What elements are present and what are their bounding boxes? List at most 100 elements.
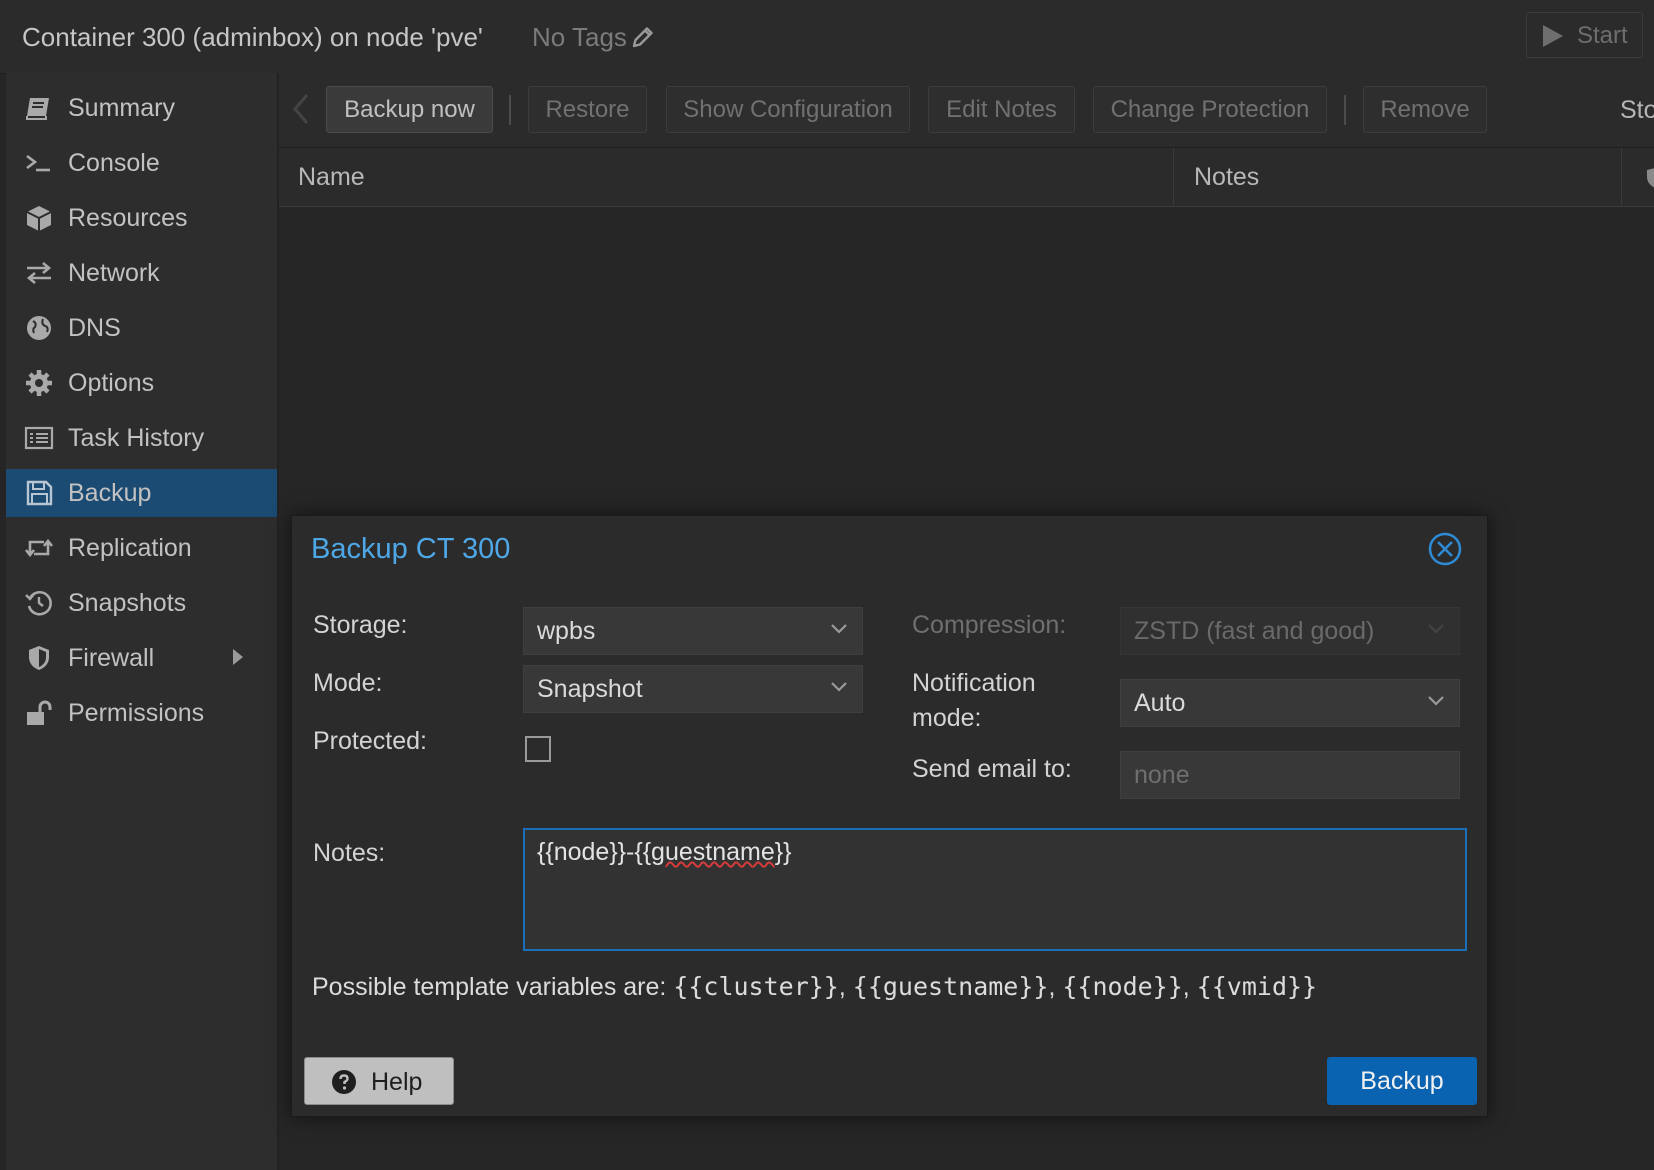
notes-text: }} xyxy=(774,838,792,866)
close-icon[interactable] xyxy=(1427,531,1463,567)
storage-label-truncated: Sto xyxy=(1620,96,1654,124)
sidebar-item-network[interactable]: Network xyxy=(6,249,277,297)
compression-select[interactable]: ZSTD (fast and good) xyxy=(1120,607,1460,655)
send-email-label: Send email to: xyxy=(912,755,1072,783)
send-email-input[interactable]: none xyxy=(1120,751,1460,799)
remove-button[interactable]: Remove xyxy=(1363,86,1487,133)
help-button[interactable]: Help xyxy=(304,1057,454,1105)
sidebar-item-label: Options xyxy=(68,369,155,397)
sidebar-item-firewall[interactable]: Firewall xyxy=(6,634,277,682)
sidebar-item-label: Backup xyxy=(68,479,152,507)
column-header-name[interactable]: Name xyxy=(298,148,365,206)
template-variables-hint: Possible template variables are: {{clust… xyxy=(312,972,1318,1001)
backup-grid-header: Name Notes xyxy=(279,148,1654,207)
backup-dialog: Backup CT 300 Storage: wpbs Mode: Snapsh… xyxy=(291,515,1488,1117)
notes-text: {{node}}-{{ xyxy=(537,838,652,866)
notification-mode-select[interactable]: Auto xyxy=(1120,679,1460,727)
column-divider[interactable] xyxy=(1173,148,1174,206)
compression-label: Compression: xyxy=(912,611,1067,639)
sidebar-item-task-history[interactable]: Task History xyxy=(6,414,277,462)
compression-value: ZSTD (fast and good) xyxy=(1134,617,1375,645)
sidebar-item-label: Summary xyxy=(68,94,175,122)
notification-mode-label-line2: mode: xyxy=(912,704,982,732)
sidebar-item-permissions[interactable]: Permissions xyxy=(6,689,277,737)
caret-right-icon[interactable] xyxy=(231,647,245,667)
column-header-notes[interactable]: Notes xyxy=(1194,148,1259,206)
backup-button[interactable]: Backup xyxy=(1327,1057,1477,1105)
container-title: Container 300 (adminbox) on node 'pve' xyxy=(22,22,483,52)
storage-select[interactable]: wpbs xyxy=(523,607,863,655)
notification-mode-value: Auto xyxy=(1134,689,1186,717)
retweet-icon xyxy=(24,538,54,558)
toolbar-separator xyxy=(1344,95,1346,125)
mode-select[interactable]: Snapshot xyxy=(523,665,863,713)
template-var: {{node}} xyxy=(1062,972,1183,1001)
sidebar-item-label: DNS xyxy=(68,314,121,342)
sidebar-item-summary[interactable]: Summary xyxy=(6,84,277,132)
sidebar-item-console[interactable]: Console xyxy=(6,139,277,187)
exchange-icon xyxy=(26,262,52,284)
notification-mode-label-line1: Notification xyxy=(912,669,1036,697)
play-icon xyxy=(1543,25,1563,47)
sidebar-item-label: Snapshots xyxy=(68,589,187,617)
storage-label: Storage: xyxy=(313,611,408,639)
protected-checkbox[interactable] xyxy=(525,736,551,762)
globe-icon xyxy=(27,316,51,340)
terminal-icon xyxy=(26,154,50,172)
mode-label: Mode: xyxy=(313,669,383,697)
sidebar-item-backup[interactable]: Backup xyxy=(6,469,277,517)
notes-textarea[interactable]: {{node}}-{{guestname}} xyxy=(523,828,1467,951)
sidebar-item-label: Replication xyxy=(68,534,192,562)
start-button-label: Start xyxy=(1577,22,1628,49)
column-divider[interactable] xyxy=(1621,148,1622,206)
protected-label: Protected: xyxy=(313,727,427,755)
chevron-down-icon[interactable] xyxy=(1427,695,1445,707)
question-circle-icon xyxy=(332,1070,356,1094)
scroll-left-icon[interactable] xyxy=(291,91,311,127)
start-button[interactable]: Start xyxy=(1526,12,1643,58)
backup-now-button[interactable]: Backup now xyxy=(326,86,493,133)
sidebar-item-dns[interactable]: DNS xyxy=(6,304,277,352)
template-hint-prefix: Possible template variables are: xyxy=(312,973,674,1001)
unlock-icon xyxy=(27,700,52,725)
list-icon xyxy=(24,426,54,450)
book-icon xyxy=(26,98,49,120)
dialog-title: Backup CT 300 xyxy=(311,533,511,565)
backup-toolbar: Backup now Restore Show Configuration Ed… xyxy=(279,73,1654,148)
sidebar-item-replication[interactable]: Replication xyxy=(6,524,277,572)
top-bar: Container 300 (adminbox) on node 'pve' N… xyxy=(0,0,1654,74)
template-var: {{guestname}} xyxy=(852,972,1049,1001)
sidebar-item-label: Network xyxy=(68,259,160,287)
floppy-icon xyxy=(26,480,53,506)
toolbar-separator xyxy=(509,95,511,125)
help-button-label: Help xyxy=(371,1068,423,1096)
sidebar-item-label: Task History xyxy=(68,424,205,452)
shield-icon xyxy=(1647,168,1654,188)
tags-editor[interactable]: No Tags xyxy=(532,22,655,53)
sidebar-item-options[interactable]: Options xyxy=(6,359,277,407)
chevron-down-icon[interactable] xyxy=(830,681,848,693)
restore-button[interactable]: Restore xyxy=(528,86,647,133)
cube-icon xyxy=(26,206,52,231)
sidebar-item-snapshots[interactable]: Snapshots xyxy=(6,579,277,627)
show-configuration-button[interactable]: Show Configuration xyxy=(666,86,910,133)
sidebar-item-label: Permissions xyxy=(68,699,205,727)
shield-icon xyxy=(29,646,49,670)
gear-icon xyxy=(26,370,52,396)
mode-value: Snapshot xyxy=(537,675,643,703)
chevron-down-icon[interactable] xyxy=(1427,623,1445,635)
sidebar-item-label: Resources xyxy=(68,204,188,232)
notes-text-misspelled: guestname xyxy=(651,838,775,866)
pencil-icon[interactable] xyxy=(631,25,655,49)
storage-value: wpbs xyxy=(537,617,596,645)
sidebar: Summary Console Resources Network DNS Op… xyxy=(6,73,279,1170)
change-protection-button[interactable]: Change Protection xyxy=(1093,86,1327,133)
sidebar-item-label: Firewall xyxy=(68,644,155,672)
chevron-down-icon[interactable] xyxy=(830,623,848,635)
sidebar-item-resources[interactable]: Resources xyxy=(6,194,277,242)
notes-label: Notes: xyxy=(313,839,386,867)
sidebar-item-label: Console xyxy=(68,149,160,177)
edit-notes-button[interactable]: Edit Notes xyxy=(928,86,1075,133)
template-var: {{vmid}} xyxy=(1196,972,1318,1001)
tags-label: No Tags xyxy=(532,22,627,52)
